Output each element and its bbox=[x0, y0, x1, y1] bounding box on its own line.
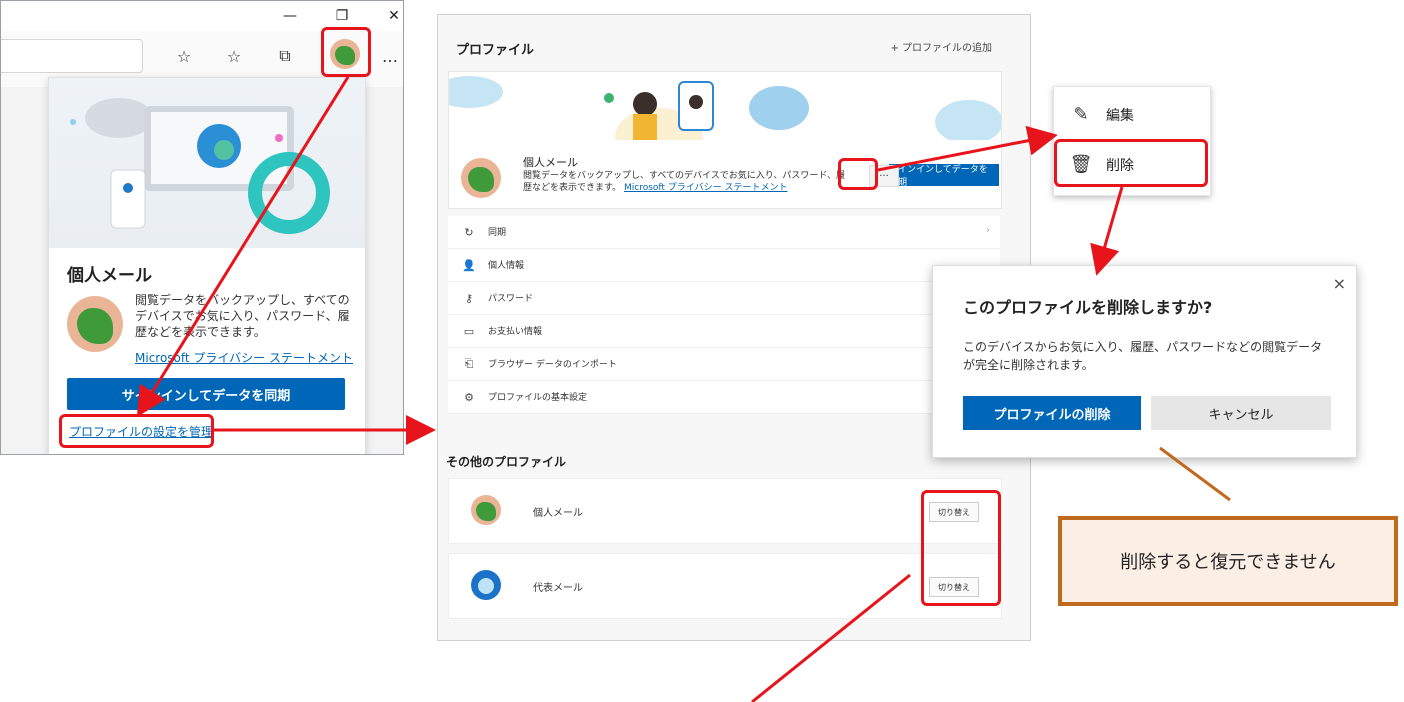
annotation-arrows bbox=[136, 76, 1231, 702]
pointer-to-switch bbox=[751, 573, 911, 702]
arrow-profile-to-manage bbox=[136, 76, 350, 418]
callout-line bbox=[1159, 446, 1231, 502]
arrow-more-to-menu bbox=[877, 125, 1058, 172]
arrow-delete-to-dialog bbox=[1090, 186, 1124, 276]
